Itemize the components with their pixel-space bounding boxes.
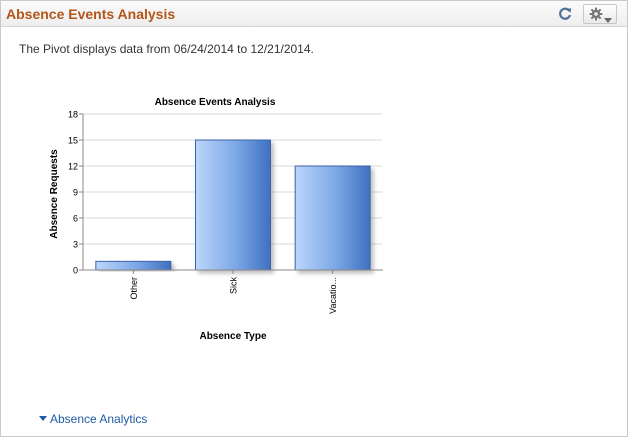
triangle-down-icon	[39, 416, 47, 422]
y-tick-label: 0	[73, 266, 78, 276]
bar-other[interactable]	[95, 260, 172, 271]
y-axis-title: Absence Requests	[49, 149, 60, 239]
bar-sick[interactable]	[195, 139, 271, 271]
chart-bars	[95, 139, 371, 271]
x-tick-label: Vacatio...	[328, 277, 338, 314]
chart-title: Absence Events Analysis	[155, 97, 276, 108]
bar-vacatio[interactable]	[294, 165, 371, 271]
x-axis-title: Absence Type	[199, 331, 266, 342]
y-tick-label: 3	[73, 240, 78, 250]
x-tick-label: Sick	[229, 277, 239, 295]
x-axis-ticks: Other Sick Vacatio...	[129, 270, 338, 314]
y-tick-label: 15	[68, 136, 78, 146]
bar-chart: Absence Events Analysis 0 3 6 9 12 15 18 Other…	[49, 97, 383, 342]
y-axis-ticks: 0 3 6 9 12 15 18	[68, 110, 83, 276]
x-tick-label: Other	[129, 277, 139, 300]
absence-analytics-label: Absence Analytics	[50, 412, 148, 426]
y-tick-label: 18	[68, 110, 78, 120]
pagelet: Absence Events Analysis The Pivot displa…	[0, 0, 628, 437]
y-tick-label: 9	[73, 188, 78, 198]
absence-analytics-link[interactable]: Absence Analytics	[39, 412, 147, 426]
y-tick-label: 6	[73, 214, 78, 224]
y-tick-label: 12	[68, 162, 78, 172]
